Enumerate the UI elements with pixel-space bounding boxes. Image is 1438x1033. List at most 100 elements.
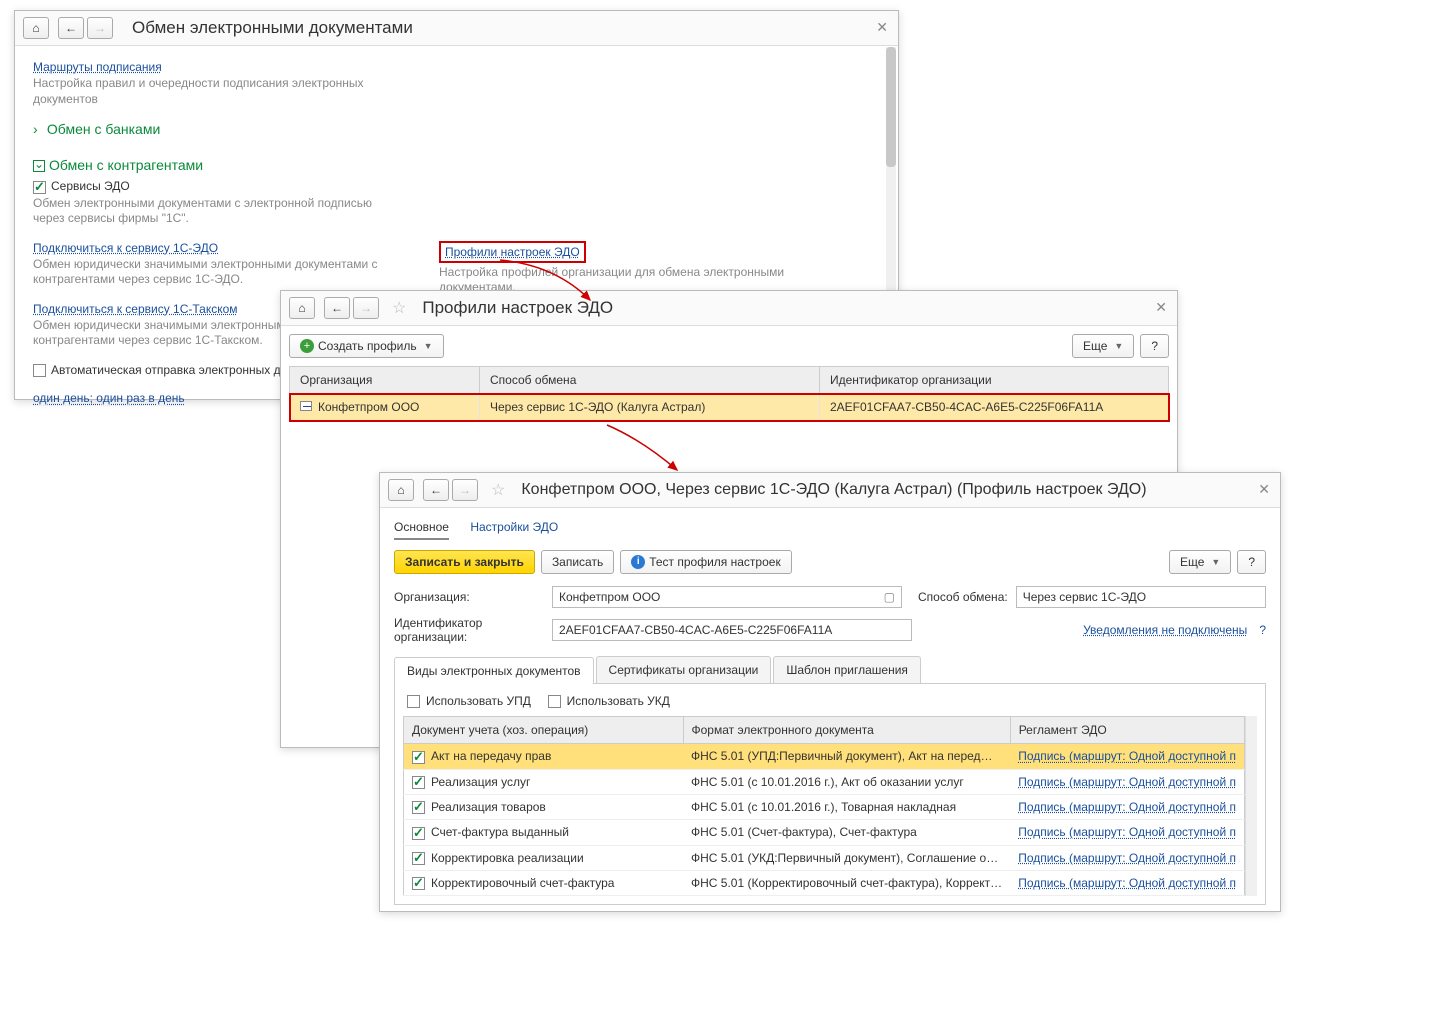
close-icon[interactable]: ✕ (876, 19, 888, 36)
label-org: Организация: (394, 590, 544, 604)
more-button[interactable]: Еще▼ (1169, 550, 1231, 574)
table-row[interactable]: Конфетпром ООО Через сервис 1С-ЭДО (Калу… (290, 394, 1169, 421)
row-checkbox[interactable] (412, 801, 425, 814)
help-button[interactable]: ? (1140, 334, 1169, 358)
table-row[interactable]: Акт на передачу правФНС 5.01 (УПД:Первич… (404, 744, 1245, 769)
table-row[interactable]: Корректировка реализации ФНС 5.01 (УКД:Пе… (404, 845, 1245, 870)
titlebar: ⌂ ← → Обмен электронными документами ✕ (15, 11, 898, 46)
scroll-thumb[interactable] (886, 47, 896, 167)
cell-doc: Корректировочный счет-фактура (431, 876, 614, 890)
connect-edo-link[interactable]: Подключиться к сервису 1С-ЭДО (33, 241, 218, 255)
help-icon[interactable]: ? (1259, 623, 1266, 637)
row-checkbox[interactable] (412, 877, 425, 890)
highlight-box: Профили настроек ЭДО (439, 241, 586, 263)
cell-fmt: ФНС 5.01 (Счет-фактура), Счет-фактура (683, 820, 1010, 845)
tab-main[interactable]: Основное (394, 516, 449, 540)
favorite-icon[interactable]: ☆ (392, 298, 406, 318)
section-banks[interactable]: › Обмен с банками (33, 121, 880, 137)
cell-fmt: ФНС 5.01 (УПД:Первичный документ), Акт н… (683, 744, 1010, 769)
col-method[interactable]: Способ обмена (480, 367, 820, 394)
col-id[interactable]: Идентификатор организации (820, 367, 1169, 394)
checkbox-row: Использовать УПД Использовать УКД (403, 692, 1257, 716)
cell-doc: Реализация услуг (431, 775, 530, 789)
tab-nav: Основное Настройки ЭДО (380, 508, 1280, 540)
row-checkbox[interactable] (412, 852, 425, 865)
back-button[interactable]: ← (58, 17, 84, 39)
cell-id: 2AEF01CFAA7-CB50-4CAC-A6E5-C225F06FA11A (820, 394, 1169, 421)
profiles-table: Организация Способ обмена Идентификатор … (289, 366, 1169, 421)
tab-content: Использовать УПД Использовать УКД Докуме… (394, 684, 1266, 905)
plus-icon: + (300, 339, 314, 353)
col-fmt[interactable]: Формат электронного документа (683, 717, 1010, 744)
test-button[interactable]: iТест профиля настроек (620, 550, 791, 574)
scrollbar[interactable] (1245, 716, 1257, 896)
save-close-button[interactable]: Записать и закрыть (394, 550, 535, 574)
more-button[interactable]: Еще▼ (1072, 334, 1134, 358)
cell-doc: Реализация товаров (431, 800, 546, 814)
edo-services-section: Сервисы ЭДО Обмен электронными документа… (33, 179, 880, 227)
back-button[interactable]: ← (324, 297, 350, 319)
checkbox-label: Сервисы ЭДО (51, 179, 130, 193)
tab-invite[interactable]: Шаблон приглашения (773, 656, 921, 683)
doc-table-wrap: Документ учета (хоз. операция) Формат эл… (403, 716, 1257, 896)
titlebar: ⌂ ← → ☆ Профили настроек ЭДО ✕ (281, 291, 1177, 326)
help-button[interactable]: ? (1237, 550, 1266, 574)
forward-button[interactable]: → (353, 297, 379, 319)
close-icon[interactable]: ✕ (1155, 299, 1167, 316)
tab-doc-types[interactable]: Виды электронных документов (394, 657, 594, 684)
reglament-link[interactable]: Подпись (маршрут: Одной доступной п (1018, 876, 1236, 890)
home-button[interactable]: ⌂ (388, 479, 414, 501)
doc-table: Документ учета (хоз. операция) Формат эл… (403, 716, 1245, 896)
routes-desc: Настройка правил и очередности подписани… (33, 76, 373, 107)
table-row[interactable]: Счет-фактура выданный ФНС 5.01 (Счет-факт… (404, 820, 1245, 845)
tab-certs[interactable]: Сертификаты организации (596, 656, 772, 683)
row-checkbox[interactable] (412, 751, 425, 764)
connect-taxcom-link[interactable]: Подключиться к сервису 1С-Такском (33, 302, 238, 316)
cell-doc: Корректировка реализации (431, 851, 584, 865)
reglament-link[interactable]: Подпись (маршрут: Одной доступной п (1018, 825, 1236, 839)
profiles-link[interactable]: Профили настроек ЭДО (445, 245, 580, 259)
reglament-link[interactable]: Подпись (маршрут: Одной доступной п (1018, 775, 1236, 789)
window-title: Обмен электронными документами (132, 18, 413, 38)
notifications-link[interactable]: Уведомления не подключены (1083, 623, 1247, 637)
row-checkbox[interactable] (412, 776, 425, 789)
cell-fmt: ФНС 5.01 (УКД:Первичный документ), Согла… (683, 845, 1010, 870)
row-icon (300, 401, 312, 411)
forward-button[interactable]: → (452, 479, 478, 501)
section-contragents[interactable]: Обмен с контрагентами (33, 157, 880, 173)
cell-doc: Счет-фактура выданный (431, 825, 569, 839)
input-id[interactable]: 2AEF01CFAA7-CB50-4CAC-A6E5-C225F06FA11A (552, 619, 912, 641)
close-icon[interactable]: ✕ (1258, 481, 1270, 498)
home-button[interactable]: ⌂ (289, 297, 315, 319)
home-button[interactable]: ⌂ (23, 17, 49, 39)
save-button[interactable]: Записать (541, 550, 614, 574)
reglament-link[interactable]: Подпись (маршрут: Одной доступной п (1018, 749, 1236, 763)
checkbox-ukd[interactable] (548, 695, 561, 708)
routes-link[interactable]: Маршруты подписания (33, 60, 162, 74)
dropdown-icon: ▼ (1114, 341, 1123, 351)
table-row[interactable]: Реализация услугФНС 5.01 (с 10.01.2016 г… (404, 769, 1245, 794)
col-org[interactable]: Организация (290, 367, 480, 394)
back-button[interactable]: ← (423, 479, 449, 501)
input-org[interactable]: Конфетпром ООО▢ (552, 586, 902, 608)
row-checkbox[interactable] (412, 827, 425, 840)
open-icon[interactable]: ▢ (884, 590, 895, 604)
col-reg[interactable]: Регламент ЭДО (1010, 717, 1244, 744)
checkbox-edo-services[interactable] (33, 181, 46, 194)
form-row-org: Организация: Конфетпром ООО▢ Способ обме… (380, 582, 1280, 612)
col-doc[interactable]: Документ учета (хоз. операция) (404, 717, 684, 744)
favorite-icon[interactable]: ☆ (491, 480, 505, 500)
connect-edo-desc: Обмен юридически значимыми электронными … (33, 257, 403, 288)
tab-settings[interactable]: Настройки ЭДО (470, 516, 558, 538)
create-profile-button[interactable]: +Создать профиль▼ (289, 334, 444, 358)
table-row[interactable]: Реализация товаровФНС 5.01 (с 10.01.2016… (404, 794, 1245, 819)
table-row[interactable]: Корректировочный счет-фактураФНС 5.01 (К… (404, 870, 1245, 895)
schedule-link[interactable]: один день; один раз в день (33, 391, 185, 405)
checkbox-auto-send[interactable] (33, 364, 46, 377)
reglament-link[interactable]: Подпись (маршрут: Одной доступной п (1018, 800, 1236, 814)
grid-container: Организация Способ обмена Идентификатор … (281, 366, 1177, 421)
forward-button[interactable]: → (87, 17, 113, 39)
input-method[interactable]: Через сервис 1С-ЭДО (1016, 586, 1266, 608)
reglament-link[interactable]: Подпись (маршрут: Одной доступной п (1018, 851, 1236, 865)
checkbox-upd[interactable] (407, 695, 420, 708)
